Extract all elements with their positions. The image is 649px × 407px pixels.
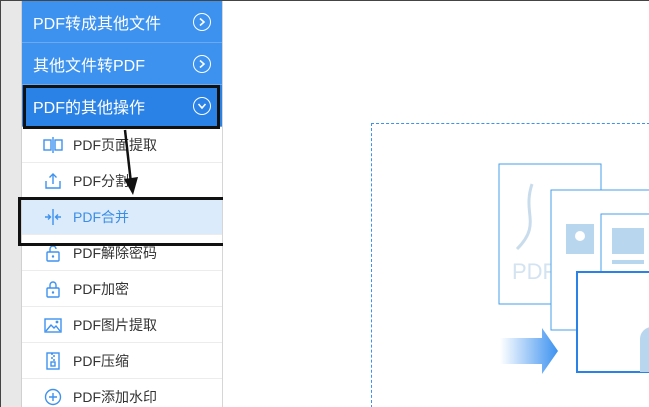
merge-illustration: PDF — [498, 163, 649, 374]
menu-item-encrypt[interactable]: PDF加密 — [22, 271, 222, 307]
page-extract-icon — [43, 135, 63, 155]
lock-icon — [43, 279, 63, 299]
section-pdf-other-ops[interactable]: PDF的其他操作 — [22, 85, 222, 127]
menu-item-label: PDF添加水印 — [73, 388, 157, 405]
section-other-to-pdf[interactable]: 其他文件转PDF — [22, 43, 222, 85]
section-pdf-to-other[interactable]: PDF转成其他文件 — [22, 1, 222, 43]
menu-item-unlock[interactable]: PDF解除密码 — [22, 235, 222, 271]
merge-icon — [43, 207, 63, 227]
menu-item-label: PDF合并 — [73, 208, 129, 225]
left-strip — [1, 1, 22, 407]
menu-item-watermark[interactable]: PDF添加水印 — [22, 379, 222, 407]
menu-item-label: PDF页面提取 — [73, 136, 157, 153]
watermark-icon — [43, 387, 63, 407]
chevron-right-icon — [193, 13, 211, 31]
chevron-down-icon — [193, 97, 211, 115]
menu-item-label: PDF解除密码 — [73, 244, 157, 261]
menu-item-label: PDF加密 — [73, 280, 129, 297]
illustration-pdf-text: PDF — [512, 259, 556, 284]
file-drop-zone[interactable]: PDF — [371, 123, 649, 407]
section-label: 其他文件转PDF — [33, 57, 146, 75]
sidebar: PDF转成其他文件 其他文件转PDF PDF的其他操作 PDF页面提取 PDF分… — [22, 1, 223, 407]
section-label: PDF转成其他文件 — [33, 15, 162, 33]
main-panel: PDF — [223, 1, 649, 407]
split-icon — [43, 171, 63, 191]
chevron-right-icon — [193, 55, 211, 73]
annotation-arrow-icon — [123, 129, 138, 195]
unlock-icon — [43, 243, 63, 263]
menu-item-merge[interactable]: PDF合并 — [22, 199, 222, 235]
menu-item-image-extract[interactable]: PDF图片提取 — [22, 307, 222, 343]
image-extract-icon — [43, 315, 63, 335]
section-label: PDF的其他操作 — [33, 99, 146, 117]
menu-item-label: PDF图片提取 — [73, 316, 157, 333]
menu-item-label: PDF压缩 — [73, 352, 129, 369]
menu-item-compress[interactable]: PDF压缩 — [22, 343, 222, 379]
compress-icon — [43, 351, 63, 371]
